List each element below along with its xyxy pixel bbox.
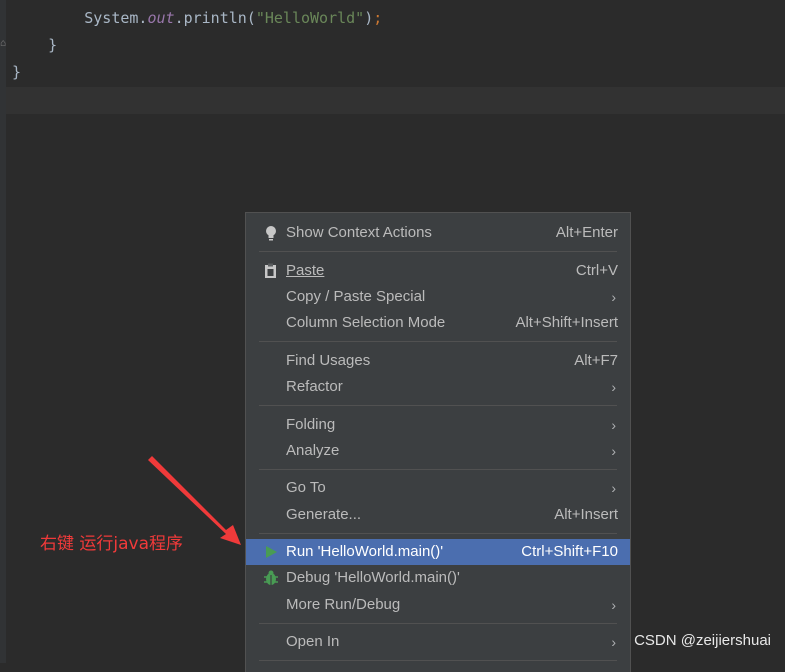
annotation-text: 右键 运行java程序 (40, 534, 184, 554)
annotation-arrow (148, 456, 241, 545)
watermark: CSDN @zeijiershuai (634, 632, 771, 649)
